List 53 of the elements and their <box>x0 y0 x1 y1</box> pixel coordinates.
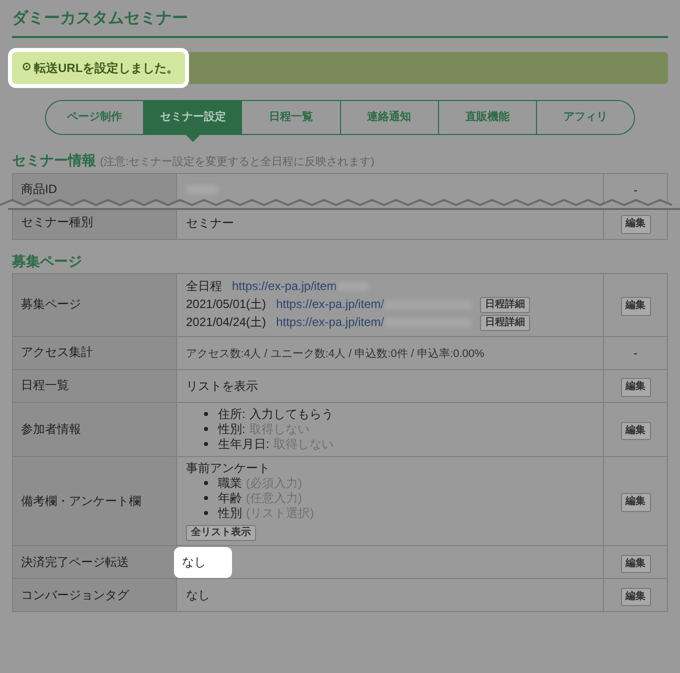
field-name: 職業 <box>218 476 242 491</box>
edit-button[interactable]: 編集 <box>620 554 650 573</box>
bullet-icon <box>204 427 208 432</box>
show-all-button[interactable]: 全リスト表示 <box>186 524 256 542</box>
check-circle-icon: ⊙ <box>22 61 31 75</box>
cell-value: なし <box>186 588 210 602</box>
url-link[interactable]: https://ex-pa.jp/item/ <box>276 297 384 312</box>
edit-button[interactable]: 編集 <box>620 215 650 234</box>
row-label: 決済完了ページ転送 <box>21 554 129 569</box>
field-name: 生年月日: <box>218 436 270 452</box>
access-stats: アクセス数:4人 / ユニーク数:4人 / 申込数:0件 / 申込率:0.00% <box>186 348 484 360</box>
field-name: 性別 <box>218 506 242 521</box>
date-label: 全日程 <box>186 279 222 294</box>
empty-value: - <box>634 182 638 197</box>
bullet-icon <box>204 442 208 446</box>
section-heading: 募集ページ <box>12 252 82 270</box>
row-label: 備考欄・アンケート欄 <box>21 494 141 508</box>
cell-value: セミナー <box>186 216 234 230</box>
row-label: 参加者情報 <box>21 422 81 436</box>
empty-value: - <box>634 346 638 360</box>
bullet-icon <box>204 481 208 486</box>
row-label: セミナー種別 <box>21 215 93 230</box>
row-label: アクセス集計 <box>21 345 93 360</box>
edit-button[interactable]: 編集 <box>620 422 650 440</box>
field-name: 住所: <box>218 406 246 422</box>
row-label: 募集ページ <box>21 297 81 312</box>
edit-button[interactable]: 編集 <box>620 588 650 606</box>
url-link[interactable]: https://ex-pa.jp/item/ <box>276 315 384 330</box>
url-link[interactable]: https://ex-pa.jp/item <box>232 279 337 294</box>
tab[interactable]: セミナー設定 <box>144 101 242 134</box>
bullet-icon <box>204 412 208 416</box>
row-label: 日程一覧 <box>21 378 69 392</box>
row-label: 商品ID <box>21 182 57 196</box>
bullet-icon <box>204 496 208 500</box>
field-name: 年齢 <box>218 490 242 506</box>
section-note: (注意:セミナー設定を変更すると全日程に反映されます) <box>100 156 374 170</box>
bullet-icon <box>204 511 208 516</box>
alert-message: 転送URLを設定しました。 <box>34 60 179 76</box>
edit-button[interactable]: 編集 <box>620 378 650 396</box>
date-label: 2021/05/01(土) <box>186 297 266 312</box>
cell-value: リストを表示 <box>186 378 258 393</box>
cell-value: なし <box>174 547 232 578</box>
detail-button[interactable]: 日程詳細 <box>480 296 530 313</box>
edit-button[interactable]: 編集 <box>620 493 650 512</box>
detail-button[interactable]: 日程詳細 <box>480 314 530 331</box>
field-name: 性別: <box>218 422 246 437</box>
field-setting: 入力してもらう <box>249 406 334 422</box>
section-heading: セミナー情報 <box>12 151 96 169</box>
survey-title: 事前アンケート <box>186 460 271 476</box>
edit-button[interactable]: 編集 <box>620 297 650 316</box>
row-label: コンバージョンタグ <box>21 588 129 602</box>
page-title: ダミーカスタムセミナー <box>12 8 188 29</box>
date-label: 2021/04/24(土) <box>186 315 266 330</box>
